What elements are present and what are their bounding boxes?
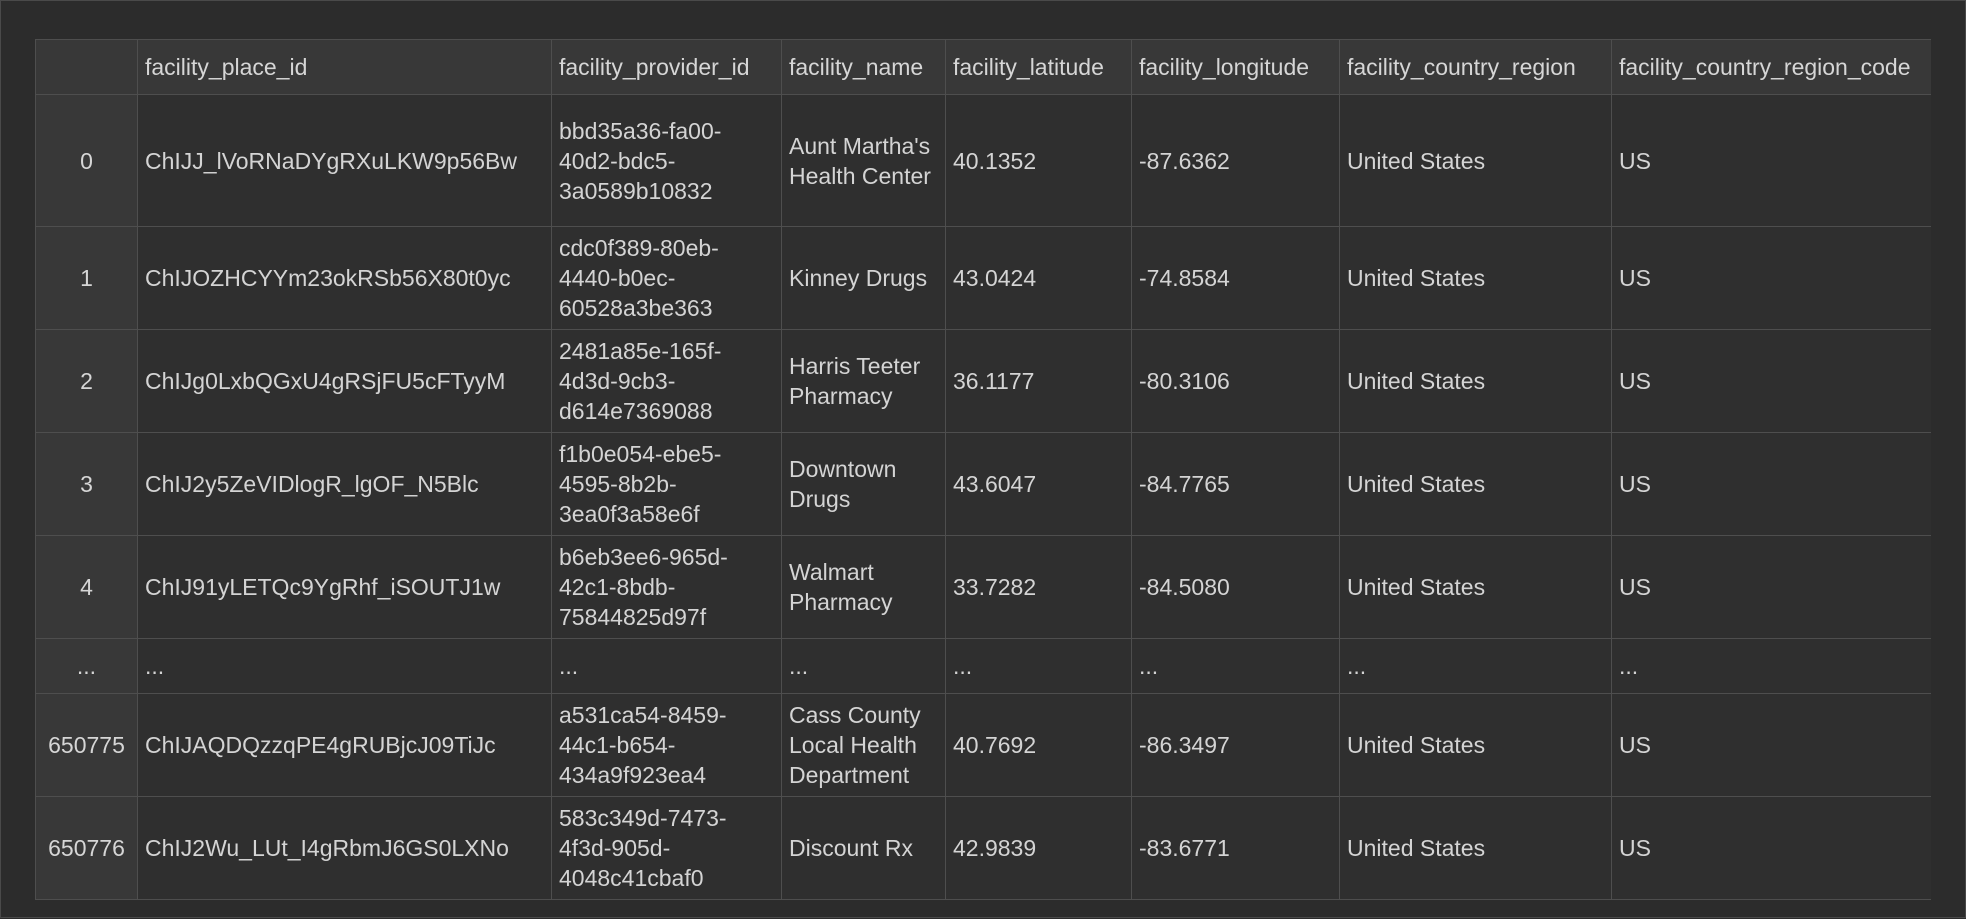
cell-country-region: United States [1339, 535, 1612, 639]
row-index: 4 [35, 535, 138, 639]
cell-country-region: United States [1339, 226, 1612, 330]
cell-latitude: 36.1177 [945, 329, 1132, 433]
cell-country-region: United States [1339, 329, 1612, 433]
cell-provider-id: f1b0e054-ebe5-4595-8b2b-3ea0f3a58e6f [551, 432, 782, 536]
col-header-facility-country-region-code: facility_country_region_code [1611, 39, 1931, 95]
cell-latitude: 43.6047 [945, 432, 1132, 536]
cell-latitude: ... [945, 638, 1132, 694]
cell-facility-name: Harris Teeter Pharmacy [781, 329, 946, 433]
table-row: 650775 ChIJAQDQzzqPE4gRUBjcJ09TiJc a531c… [35, 693, 1931, 797]
index-header [35, 39, 138, 95]
row-index: 0 [35, 94, 138, 227]
table-row: 2 ChIJg0LxbQGxU4gRSjFU5cFTyyM 2481a85e-1… [35, 329, 1931, 433]
cell-longitude: -83.6771 [1131, 796, 1340, 900]
cell-country-region-code: US [1611, 329, 1931, 433]
cell-country-region: ... [1339, 638, 1612, 694]
ellipsis-row: ... ... ... ... ... ... ... ... [35, 638, 1931, 694]
cell-provider-id: ... [551, 638, 782, 694]
cell-facility-name: Downtown Drugs [781, 432, 946, 536]
cell-country-region-code: US [1611, 226, 1931, 330]
cell-country-region-code: US [1611, 94, 1931, 227]
cell-country-region: United States [1339, 693, 1612, 797]
cell-provider-id: cdc0f389-80eb-4440-b0ec-60528a3be363 [551, 226, 782, 330]
table-row: 1 ChIJOZHCYYm23okRSb56X80t0yc cdc0f389-8… [35, 226, 1931, 330]
cell-place-id: ChIJ91yLETQc9YgRhf_iSOUTJ1w [137, 535, 552, 639]
table-row: 650776 ChIJ2Wu_LUt_I4gRbmJ6GS0LXNo 583c3… [35, 796, 1931, 900]
col-header-facility-latitude: facility_latitude [945, 39, 1132, 95]
cell-latitude: 40.1352 [945, 94, 1132, 227]
cell-country-region-code: US [1611, 693, 1931, 797]
cell-country-region: United States [1339, 796, 1612, 900]
col-header-facility-longitude: facility_longitude [1131, 39, 1340, 95]
cell-country-region-code: US [1611, 432, 1931, 536]
cell-country-region: United States [1339, 432, 1612, 536]
cell-place-id: ChIJOZHCYYm23okRSb56X80t0yc [137, 226, 552, 330]
row-index: 2 [35, 329, 138, 433]
cell-country-region-code: US [1611, 535, 1931, 639]
cell-country-region: United States [1339, 94, 1612, 227]
col-header-facility-provider-id: facility_provider_id [551, 39, 782, 95]
dataframe-viewport[interactable]: facility_place_id facility_provider_id f… [35, 39, 1931, 919]
cell-provider-id: 583c349d-7473-4f3d-905d-4048c41cbaf0 [551, 796, 782, 900]
header-row: facility_place_id facility_provider_id f… [35, 39, 1931, 95]
row-index: 1 [35, 226, 138, 330]
cell-longitude: -87.6362 [1131, 94, 1340, 227]
col-header-facility-name: facility_name [781, 39, 946, 95]
cell-country-region-code: ... [1611, 638, 1931, 694]
cell-country-region-code: US [1611, 796, 1931, 900]
cell-place-id: ... [137, 638, 552, 694]
cell-latitude: 42.9839 [945, 796, 1132, 900]
cell-place-id: ChIJg0LxbQGxU4gRSjFU5cFTyyM [137, 329, 552, 433]
cell-place-id: ChIJ2y5ZeVIDlogR_lgOF_N5Blc [137, 432, 552, 536]
table-row: 3 ChIJ2y5ZeVIDlogR_lgOF_N5Blc f1b0e054-e… [35, 432, 1931, 536]
cell-longitude: -84.5080 [1131, 535, 1340, 639]
cell-latitude: 33.7282 [945, 535, 1132, 639]
cell-provider-id: bbd35a36-fa00-40d2-bdc5-3a0589b10832 [551, 94, 782, 227]
cell-place-id: ChIJJ_lVoRNaDYgRXuLKW9p56Bw [137, 94, 552, 227]
cell-longitude: ... [1131, 638, 1340, 694]
table-row: 4 ChIJ91yLETQc9YgRhf_iSOUTJ1w b6eb3ee6-9… [35, 535, 1931, 639]
cell-latitude: 40.7692 [945, 693, 1132, 797]
cell-place-id: ChIJ2Wu_LUt_I4gRbmJ6GS0LXNo [137, 796, 552, 900]
row-index: 650776 [35, 796, 138, 900]
dataframe-table: facility_place_id facility_provider_id f… [35, 39, 1931, 900]
cell-facility-name: Discount Rx [781, 796, 946, 900]
row-index: ... [35, 638, 138, 694]
cell-facility-name: Kinney Drugs [781, 226, 946, 330]
table-row: 0 ChIJJ_lVoRNaDYgRXuLKW9p56Bw bbd35a36-f… [35, 94, 1931, 227]
cell-latitude: 43.0424 [945, 226, 1132, 330]
cell-longitude: -74.8584 [1131, 226, 1340, 330]
cell-facility-name: Cass County Local Health Department [781, 693, 946, 797]
cell-longitude: -80.3106 [1131, 329, 1340, 433]
cell-facility-name: Aunt Martha's Health Center [781, 94, 946, 227]
col-header-facility-place-id: facility_place_id [137, 39, 552, 95]
cell-provider-id: a531ca54-8459-44c1-b654-434a9f923ea4 [551, 693, 782, 797]
row-index: 3 [35, 432, 138, 536]
row-index: 650775 [35, 693, 138, 797]
cell-provider-id: 2481a85e-165f-4d3d-9cb3-d614e7369088 [551, 329, 782, 433]
dataframe-output-frame: facility_place_id facility_provider_id f… [0, 0, 1966, 918]
cell-longitude: -84.7765 [1131, 432, 1340, 536]
cell-facility-name: Walmart Pharmacy [781, 535, 946, 639]
cell-provider-id: b6eb3ee6-965d-42c1-8bdb-75844825d97f [551, 535, 782, 639]
cell-facility-name: ... [781, 638, 946, 694]
cell-longitude: -86.3497 [1131, 693, 1340, 797]
cell-place-id: ChIJAQDQzzqPE4gRUBjcJ09TiJc [137, 693, 552, 797]
col-header-facility-country-region: facility_country_region [1339, 39, 1612, 95]
